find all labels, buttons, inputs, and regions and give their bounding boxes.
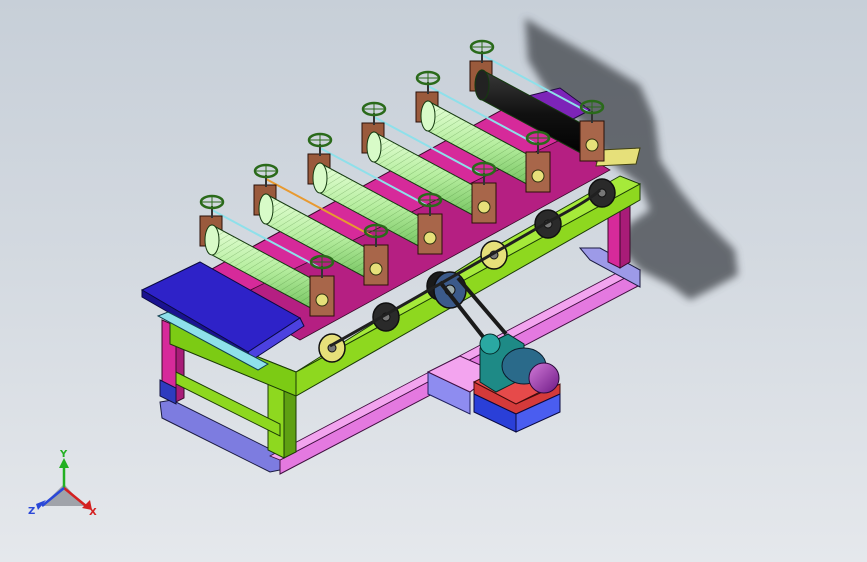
roller-end-back bbox=[474, 69, 490, 101]
sprocket-4 bbox=[480, 240, 508, 270]
roller-end-back bbox=[258, 193, 274, 225]
coordinate-triad[interactable]: Y X Z bbox=[28, 449, 97, 518]
bearing bbox=[585, 138, 599, 152]
roller-machine-model[interactable] bbox=[140, 39, 642, 475]
bearing bbox=[531, 169, 545, 183]
bearing bbox=[423, 231, 437, 245]
roller-end-back bbox=[312, 162, 328, 194]
gearbox-output bbox=[479, 333, 501, 355]
y-axis-label: Y bbox=[59, 449, 68, 460]
base-beam-left bbox=[159, 399, 281, 473]
roller-end-back bbox=[366, 131, 382, 163]
sprocket-2 bbox=[372, 302, 400, 332]
bearing bbox=[369, 262, 383, 276]
sprocket-6 bbox=[588, 178, 616, 208]
motor-end-cap bbox=[528, 362, 560, 394]
sprocket-5 bbox=[534, 209, 562, 239]
x-axis-label: X bbox=[89, 507, 97, 518]
roller-end-back bbox=[420, 100, 436, 132]
bearing bbox=[477, 200, 491, 214]
bearing bbox=[315, 293, 329, 307]
cad-viewport[interactable]: Y X Z bbox=[0, 0, 867, 562]
motor-assembly[interactable] bbox=[426, 333, 561, 433]
roller-end-back bbox=[204, 224, 220, 256]
z-axis-label: Z bbox=[28, 506, 35, 517]
